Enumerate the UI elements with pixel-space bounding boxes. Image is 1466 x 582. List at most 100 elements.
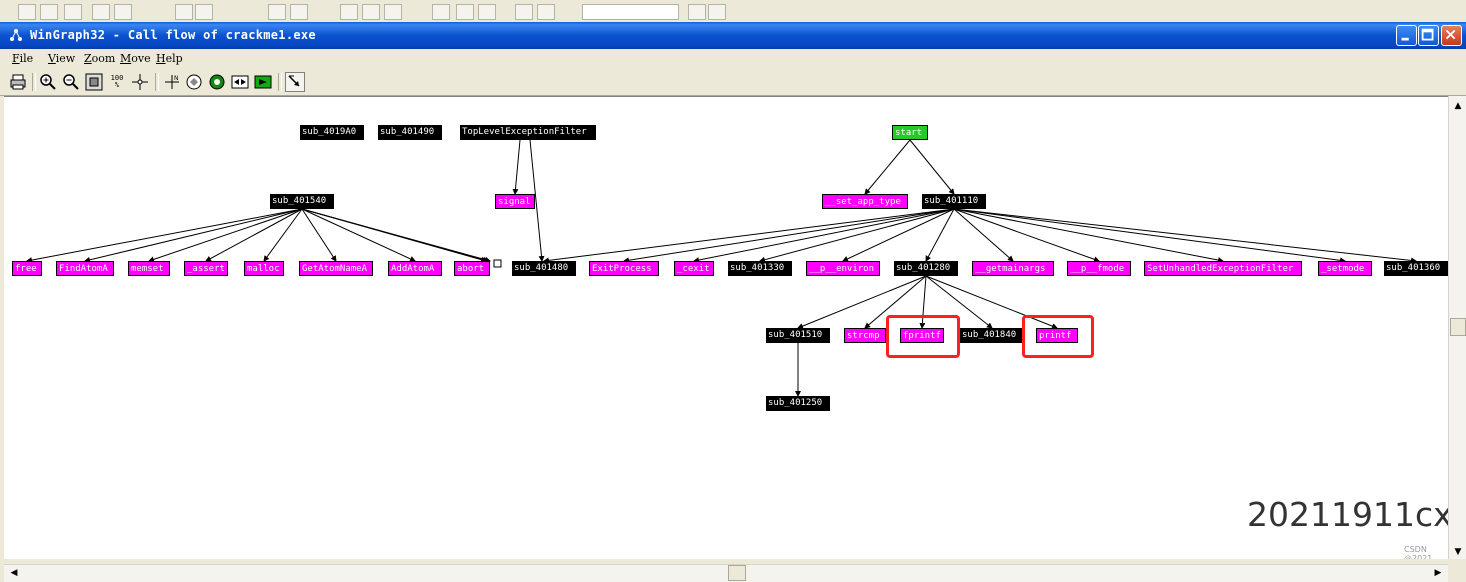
host-tool-icon[interactable] [114,4,132,20]
fit-window-icon[interactable] [84,72,104,92]
host-tool-icon[interactable] [92,4,110,20]
host-tool-icon[interactable] [515,4,533,20]
svg-text:N: N [174,75,179,82]
graph-node[interactable]: sub_401540 [270,194,334,209]
graph-node[interactable]: GetAtomNameA [299,261,373,276]
host-tool-icon[interactable] [432,4,450,20]
host-combo-box[interactable] [582,4,679,20]
call-edge [148,208,303,263]
host-tool-icon[interactable] [195,4,213,20]
scroll-up-arrow[interactable]: ▲ [1450,98,1466,114]
graph-node[interactable]: __p__environ [806,261,880,276]
menu-help[interactable]: Help [156,52,183,65]
horizontal-scroll-thumb[interactable] [728,565,746,581]
graph-node[interactable]: _cexit [674,261,714,276]
graph-node[interactable]: abort [454,261,490,276]
scroll-right-arrow[interactable]: ▶ [1430,565,1446,581]
zoom-out-icon[interactable] [61,72,81,92]
call-edge [909,139,955,195]
graph-node[interactable]: malloc [244,261,284,276]
graph-node[interactable]: strcmp [844,328,886,343]
edge-port-marker [493,259,502,268]
call-edge [26,208,303,264]
navigate-icon[interactable] [207,72,227,92]
graph-node[interactable]: start [892,125,928,140]
host-tool-icon[interactable] [175,4,193,20]
menu-zoom[interactable]: Zoom [84,52,115,65]
host-tool-icon[interactable] [268,4,286,20]
zoom-in-icon[interactable] [38,72,58,92]
call-edge [925,208,955,262]
host-tool-icon[interactable] [537,4,555,20]
host-toolbar-strip [0,0,1466,23]
center-icon[interactable] [130,72,150,92]
host-tool-icon[interactable] [384,4,402,20]
graph-node[interactable]: sub_401840 [960,328,1024,343]
vertical-scroll-thumb[interactable] [1450,318,1466,336]
host-tool-icon[interactable] [708,4,726,20]
scroll-down-arrow[interactable]: ▼ [1450,544,1466,560]
graph-node[interactable]: sub_401360 [1384,261,1448,276]
menu-move[interactable]: Move [120,52,151,65]
graph-node[interactable]: sub_401330 [728,261,792,276]
call-edge [205,208,303,262]
maximize-button[interactable] [1418,25,1439,46]
graph-node[interactable]: sub_401510 [766,328,830,343]
call-edge [842,208,955,262]
menu-bar: File View Zoom Move Help [0,49,1466,69]
wingraph-window: WinGraph32 - Call flow of crackme1.exe F… [0,22,1466,582]
graph-node[interactable]: ExitProcess [589,261,659,276]
graph-node[interactable]: TopLevelExceptionFilter [460,125,596,140]
forward-icon[interactable] [253,72,273,92]
host-tool-icon[interactable] [688,4,706,20]
graph-node[interactable]: free [12,261,42,276]
scroll-left-arrow[interactable]: ◀ [6,565,22,581]
graph-node[interactable]: signal [495,194,535,209]
highlight-box [886,315,960,358]
call-edge [512,139,521,195]
graph-node[interactable]: _assert [184,261,228,276]
graph-node[interactable]: FindAtomA [56,261,114,276]
host-tool-icon[interactable] [478,4,496,20]
graph-node[interactable]: _setmode [1318,261,1372,276]
graph-node[interactable]: sub_401490 [378,125,442,140]
graph-node[interactable]: __set_app_type [822,194,908,209]
host-tool-icon[interactable] [456,4,474,20]
graph-node[interactable]: memset [128,261,170,276]
graph-node[interactable]: SetUnhandledExceptionFilter [1144,261,1302,276]
graph-node[interactable]: sub_401480 [512,261,576,276]
watermark-text: 20211911cxz [1247,495,1466,534]
zoom-100-icon[interactable]: 100 % [107,72,127,92]
host-tool-icon[interactable] [18,4,36,20]
crosshair-pan-icon[interactable]: N [162,72,182,92]
vertical-scrollbar[interactable]: ▲ ▼ [1448,96,1466,564]
toolbar: 100 % N [0,69,1466,96]
host-tool-icon[interactable] [290,4,308,20]
graph-canvas[interactable]: sub_4019A0 sub_401490 TopLevelExceptionFil… [4,96,1466,565]
host-tool-icon[interactable] [362,4,380,20]
call-graph-edges [26,139,1417,397]
title-bar[interactable]: WinGraph32 - Call flow of crackme1.exe [0,22,1466,49]
call-edge [301,208,489,263]
graph-node[interactable]: __getmainargs [972,261,1054,276]
graph-node[interactable]: __p__fmode [1067,261,1131,276]
graph-node[interactable]: sub_4019A0 [300,125,364,140]
host-tool-icon[interactable] [64,4,82,20]
graph-node[interactable]: AddAtomA [388,261,442,276]
close-button[interactable] [1441,25,1462,46]
minimize-button[interactable] [1396,25,1417,46]
horizontal-scrollbar[interactable]: ◀ ▶ [4,564,1448,582]
call-edge [864,139,911,195]
host-tool-icon[interactable] [40,4,58,20]
menu-view[interactable]: View [48,52,75,65]
host-tool-icon[interactable] [340,4,358,20]
compass-icon[interactable] [184,72,204,92]
graph-node[interactable]: sub_401280 [894,261,958,276]
window-title: WinGraph32 - Call flow of crackme1.exe [30,28,316,42]
print-icon[interactable] [8,72,28,92]
graph-node[interactable]: sub_401250 [766,396,830,411]
layout-edge-icon[interactable] [285,72,305,92]
menu-file[interactable]: File [12,52,33,65]
graph-node[interactable]: sub_401110 [922,194,986,209]
overview-icon[interactable] [230,72,250,92]
